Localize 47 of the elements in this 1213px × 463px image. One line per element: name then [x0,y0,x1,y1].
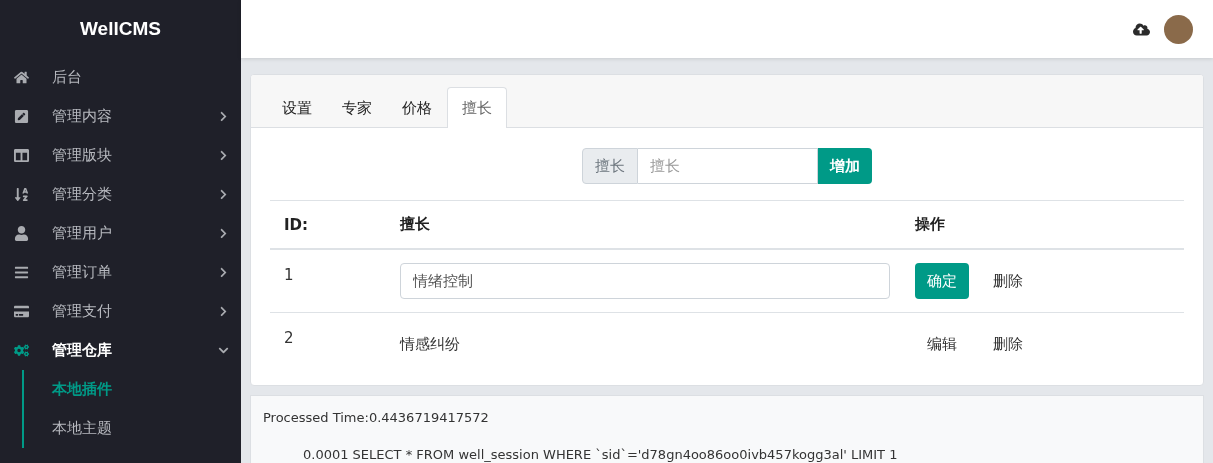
sidebar-item[interactable]: 管理分类 [0,175,241,214]
submenu-item[interactable]: 本地主题 [24,409,241,448]
chevron-right-icon [218,189,229,200]
tab[interactable]: 设置 [267,87,327,128]
user-icon [14,226,29,241]
sidebar-item[interactable]: 管理订单 [0,253,241,292]
cogs-icon [14,343,29,358]
chevron-right-icon [218,111,229,122]
brand-logo[interactable]: WellCMS [0,0,241,58]
tab[interactable]: 价格 [387,87,447,128]
sidebar-item[interactable]: 后台 [0,58,241,97]
card-icon [14,304,29,319]
sidebar-item[interactable]: 管理内容 [0,97,241,136]
confirm-button[interactable]: 确定 [915,263,969,299]
chevron-down-icon [218,345,229,356]
delete-button[interactable]: 删除 [981,263,1035,299]
sidebar-item[interactable]: 管理版块 [0,136,241,175]
sidebar-item[interactable]: 管理用户 [0,214,241,253]
table-cell-text: 1 [284,265,294,284]
sidebar-item[interactable]: 管理仓库 [0,331,241,370]
list-icon [14,265,29,280]
table-cell: 情感纠纷 [400,334,460,354]
column-header: ID: [270,201,386,250]
edit-button[interactable]: 编辑 [915,326,969,362]
input-addon: 擅长 [582,148,638,184]
processed-time: Processed Time:0.4436719417572 [263,410,490,425]
column-header: 擅长 [386,201,901,250]
home-icon [14,70,29,85]
column-header: 操作 [901,201,1184,250]
columns-icon [14,148,29,163]
chevron-right-icon [218,150,229,161]
chevron-right-icon [218,306,229,317]
add-button[interactable]: 增加 [818,148,872,184]
delete-button[interactable]: 删除 [981,326,1035,362]
edit-icon [14,109,29,124]
table-cell-text: 2 [284,328,294,347]
avatar[interactable] [1164,14,1193,44]
tab[interactable]: 擅长 [447,87,507,128]
sort-icon [14,187,29,202]
chevron-right-icon [218,267,229,278]
sql-query: 0.0001 SELECT * FROM well_session WHERE `sid`='d78gn4oo86oo0ivb457kogg3al' LIMIT 1 [302,447,899,462]
chevron-right-icon [218,228,229,239]
input-field[interactable]: 情绪控制 [400,263,890,299]
submenu-item[interactable]: 本地插件 [24,370,241,409]
tab[interactable]: 专家 [327,87,387,128]
sidebar-item[interactable]: 管理支付 [0,292,241,331]
input-field[interactable]: 擅长 [638,148,818,184]
